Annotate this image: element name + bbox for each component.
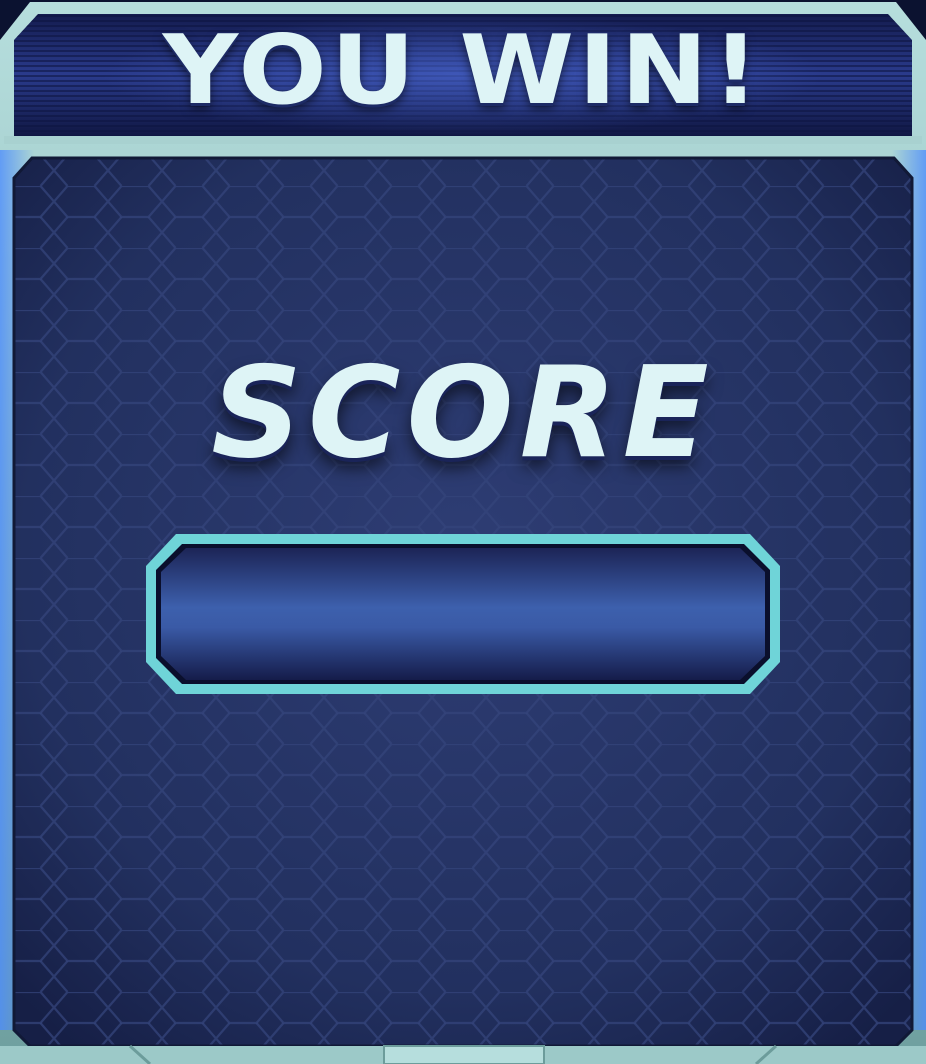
frame-artwork — [0, 2, 926, 1064]
score-label: SCORE — [211, 338, 715, 486]
you-win-title: YOU WIN! — [162, 13, 764, 127]
win-screen: YOU WIN! SCORE — [0, 0, 926, 1064]
score-value-field — [170, 552, 756, 672]
